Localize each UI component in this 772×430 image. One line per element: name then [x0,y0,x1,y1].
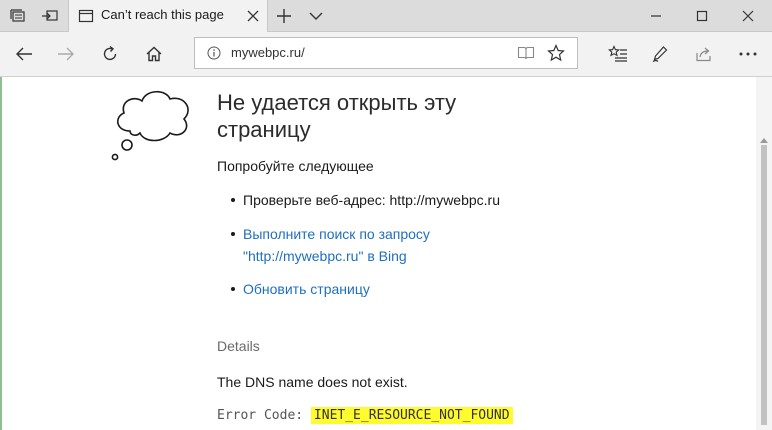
chevron-down-icon [309,12,323,20]
tab-preview-button[interactable] [300,0,332,31]
favorites-hub-button[interactable] [598,36,638,72]
home-button[interactable] [134,36,174,72]
refresh-button[interactable] [90,36,130,72]
scrollbar-thumb[interactable] [761,145,767,425]
more-dots-icon [739,52,757,56]
close-icon [247,10,259,22]
plus-icon [277,8,291,23]
maximize-icon [696,10,708,21]
favorites-list-icon [608,45,627,62]
tab-title: Can’t reach this page [101,7,224,22]
tab-strip: Can’t reach this page [0,0,772,32]
close-icon [742,10,754,21]
scroll-up-icon[interactable] [760,137,768,143]
navigation-toolbar: mywebpc.ru/ [0,32,772,77]
suggestions-list: Проверьте веб-адрес: http://mywebpc.ru В… [217,189,537,300]
minimize-icon [651,14,661,17]
list-item: Обновить страницу [217,278,537,300]
restore-tabs-icon [42,9,58,21]
reading-view-icon[interactable] [517,45,535,61]
new-tab-button[interactable] [268,0,300,31]
error-code-label: Error Code: [217,408,304,423]
thought-cloud-icon [111,90,189,161]
active-tab[interactable]: Can’t reach this page [68,0,268,32]
details-text: The DNS name does not exist. [217,374,408,390]
check-address-text: Проверьте веб-адрес: http://mywebpc.ru [243,192,501,208]
forward-button[interactable] [46,36,86,72]
suggestions-label: Попробуйте следующее [217,158,374,174]
error-code-value: INET_E_RESOURCE_NOT_FOUND [310,407,513,424]
more-button[interactable] [728,36,768,72]
minimize-button[interactable] [632,0,680,31]
error-page: Не удается открыть эту страницу Попробуй… [0,77,772,430]
search-bing-link[interactable]: Выполните поиск по запросу "http://myweb… [243,226,430,264]
page-title: Не удается открыть эту страницу [217,90,457,142]
maximize-button[interactable] [678,0,726,31]
list-item: Проверьте веб-адрес: http://mywebpc.ru [217,189,537,211]
share-icon [696,47,711,62]
vertical-scrollbar[interactable] [756,77,772,430]
refresh-icon [103,45,117,61]
close-tab-button[interactable] [245,8,261,24]
arrow-left-icon [16,47,32,61]
tabs-aside-icon [10,8,25,22]
info-icon [207,46,221,60]
error-code-line: Error Code: INET_E_RESOURCE_NOT_FOUND [217,407,513,424]
list-item: Выполните поиск по запросу "http://myweb… [217,223,537,267]
star-icon[interactable] [547,44,565,62]
show-tabs-aside-button[interactable] [34,0,66,31]
close-window-button[interactable] [724,0,772,31]
page-icon [78,9,94,23]
arrow-right-icon [58,47,74,61]
refresh-page-link[interactable]: Обновить страницу [243,281,370,297]
web-note-button[interactable] [640,36,680,72]
back-button[interactable] [4,36,44,72]
details-toggle[interactable]: Details [217,338,260,354]
tabs-aside-button[interactable] [2,0,34,31]
url-text[interactable]: mywebpc.ru/ [231,45,305,60]
address-bar[interactable]: mywebpc.ru/ [194,37,578,69]
share-button[interactable] [684,36,724,72]
home-icon [146,46,162,62]
pen-icon [652,46,668,63]
